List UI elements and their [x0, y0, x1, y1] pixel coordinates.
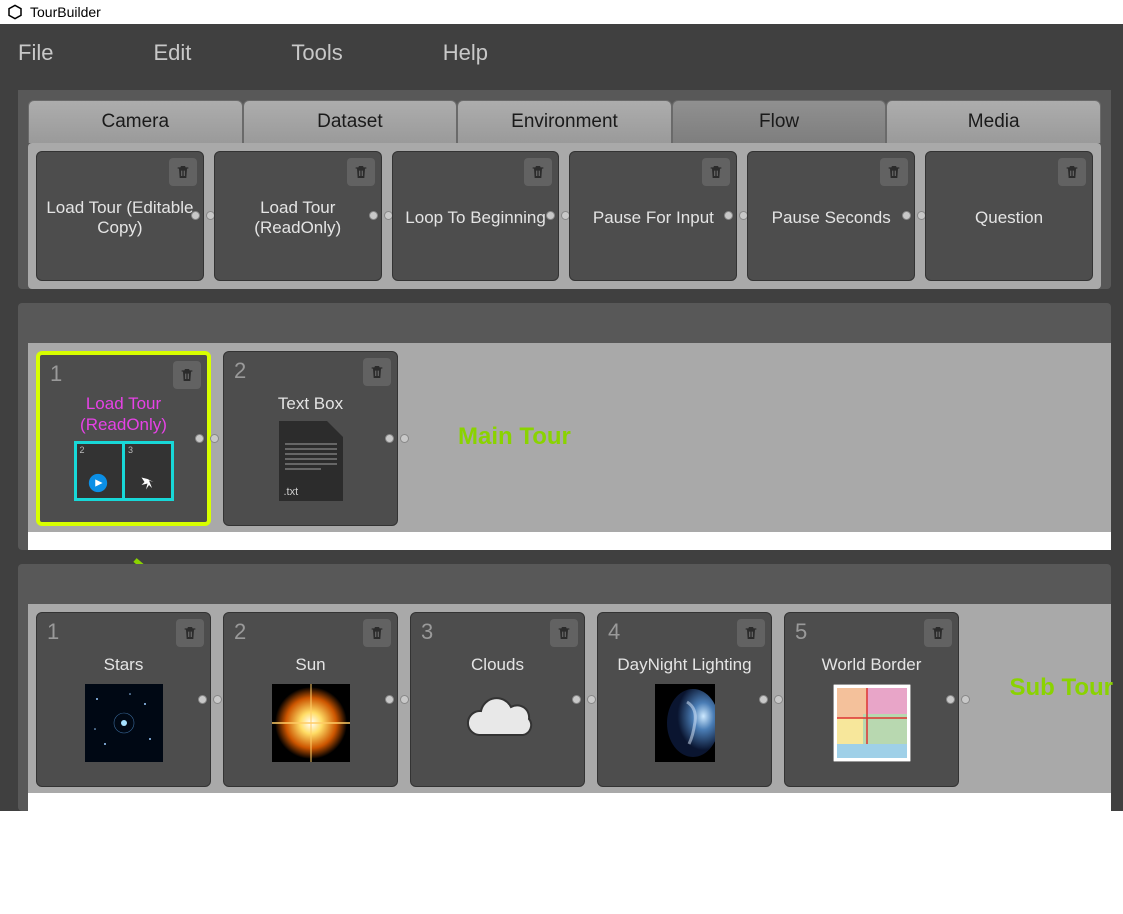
tile-label: Load Tour (ReadOnly) — [46, 394, 201, 435]
sub-tour-slot-5[interactable]: 5 World Border — [784, 612, 959, 787]
connector-icon — [724, 211, 748, 221]
tile-label: Clouds — [471, 655, 524, 675]
tile-label: Pause For Input — [593, 208, 714, 228]
slot-number: 5 — [795, 619, 807, 645]
slot-number: 1 — [47, 619, 59, 645]
window-title: TourBuilder — [30, 4, 101, 20]
window-titlebar: TourBuilder — [0, 0, 1123, 24]
palette-section: Camera Dataset Environment Flow Media Lo… — [18, 90, 1111, 289]
menu-edit[interactable]: Edit — [153, 36, 191, 70]
tab-dataset[interactable]: Dataset — [243, 100, 458, 143]
connector-icon — [369, 211, 393, 221]
stars-thumb-icon — [85, 684, 163, 762]
scrollbar-track[interactable] — [28, 532, 1111, 550]
tile-label: World Border — [822, 655, 922, 675]
tab-environment[interactable]: Environment — [457, 100, 672, 143]
palette-tile-loop-beginning[interactable]: Loop To Beginning — [392, 151, 560, 281]
tile-label: Text Box — [278, 394, 343, 414]
trash-icon[interactable] — [347, 158, 375, 186]
connector-icon — [385, 434, 409, 444]
scrollbar-track[interactable] — [28, 793, 1111, 811]
trash-icon[interactable] — [363, 619, 391, 647]
menu-help[interactable]: Help — [443, 36, 488, 70]
palette-tiles: Load Tour (Editable Copy) Load Tour (Rea… — [28, 143, 1101, 289]
trash-icon[interactable] — [524, 158, 552, 186]
palette-tile-load-tour-readonly[interactable]: Load Tour (ReadOnly) — [214, 151, 382, 281]
sub-tour-annotation: Sub Tour — [1009, 674, 1113, 702]
tile-label: Load Tour (ReadOnly) — [221, 198, 375, 239]
clouds-thumb-icon — [459, 684, 537, 762]
tile-label: Pause Seconds — [772, 208, 891, 228]
connector-icon — [198, 695, 222, 705]
main-tour-annotation: Main Tour — [458, 423, 571, 451]
sun-thumb-icon — [272, 684, 350, 762]
connector-icon — [902, 211, 926, 221]
main-tour-slot-2[interactable]: 2 Text Box .txt — [223, 351, 398, 526]
sub-tour-slot-1[interactable]: 1 Stars — [36, 612, 211, 787]
menu-tools[interactable]: Tools — [291, 36, 342, 70]
sub-tour-slot-3[interactable]: 3 Clouds — [410, 612, 585, 787]
tile-label: Stars — [104, 655, 144, 675]
slot-number: 2 — [234, 358, 246, 384]
connector-icon — [191, 211, 215, 221]
tabbar: Camera Dataset Environment Flow Media — [18, 90, 1111, 143]
map-thumb-icon — [833, 684, 911, 762]
txt-file-icon: .txt — [279, 421, 343, 501]
trash-icon[interactable] — [702, 158, 730, 186]
connector-icon — [195, 434, 219, 444]
tile-label: DayNight Lighting — [617, 655, 751, 675]
trash-icon[interactable] — [550, 619, 578, 647]
main-tour-slot-1[interactable]: 1 Load Tour (ReadOnly) 2 3 — [36, 351, 211, 526]
palette-tile-question[interactable]: Question — [925, 151, 1093, 281]
file-ext: .txt — [284, 486, 299, 498]
main-tour-section: 1 Load Tour (ReadOnly) 2 3 2 Text Box — [18, 303, 1111, 550]
slot-number: 4 — [608, 619, 620, 645]
sub-tour-slot-4[interactable]: 4 DayNight Lighting — [597, 612, 772, 787]
tile-label: Load Tour (Editable Copy) — [43, 198, 197, 239]
trash-icon[interactable] — [173, 361, 201, 389]
tab-flow[interactable]: Flow — [672, 100, 887, 143]
trash-icon[interactable] — [1058, 158, 1086, 186]
connector-icon — [759, 695, 783, 705]
connector-icon — [946, 695, 970, 705]
sub-tour-section: 1 Stars 2 Sun 3 Clouds — [18, 564, 1111, 811]
sub-tour-slot-2[interactable]: 2 Sun — [223, 612, 398, 787]
palette-tile-pause-seconds[interactable]: Pause Seconds — [747, 151, 915, 281]
tab-camera[interactable]: Camera — [28, 100, 243, 143]
connector-icon — [572, 695, 596, 705]
trash-icon[interactable] — [169, 158, 197, 186]
trash-icon[interactable] — [737, 619, 765, 647]
slot-number: 3 — [421, 619, 433, 645]
tile-label: Loop To Beginning — [405, 208, 546, 228]
trash-icon[interactable] — [176, 619, 204, 647]
connector-icon — [385, 695, 409, 705]
tile-label: Sun — [295, 655, 325, 675]
palette-tile-load-tour-editable[interactable]: Load Tour (Editable Copy) — [36, 151, 204, 281]
connector-icon — [546, 211, 570, 221]
subtour-preview-icon: 2 3 — [74, 441, 174, 501]
trash-icon[interactable] — [880, 158, 908, 186]
tile-label: Question — [975, 208, 1043, 228]
slot-number: 1 — [50, 361, 62, 387]
earth-thumb-icon — [646, 684, 724, 762]
trash-icon[interactable] — [924, 619, 952, 647]
tab-media[interactable]: Media — [886, 100, 1101, 143]
menubar: File Edit Tools Help — [0, 24, 1123, 82]
unity-icon — [6, 3, 24, 21]
trash-icon[interactable] — [363, 358, 391, 386]
palette-tile-pause-input[interactable]: Pause For Input — [569, 151, 737, 281]
slot-number: 2 — [234, 619, 246, 645]
menu-file[interactable]: File — [18, 36, 53, 70]
